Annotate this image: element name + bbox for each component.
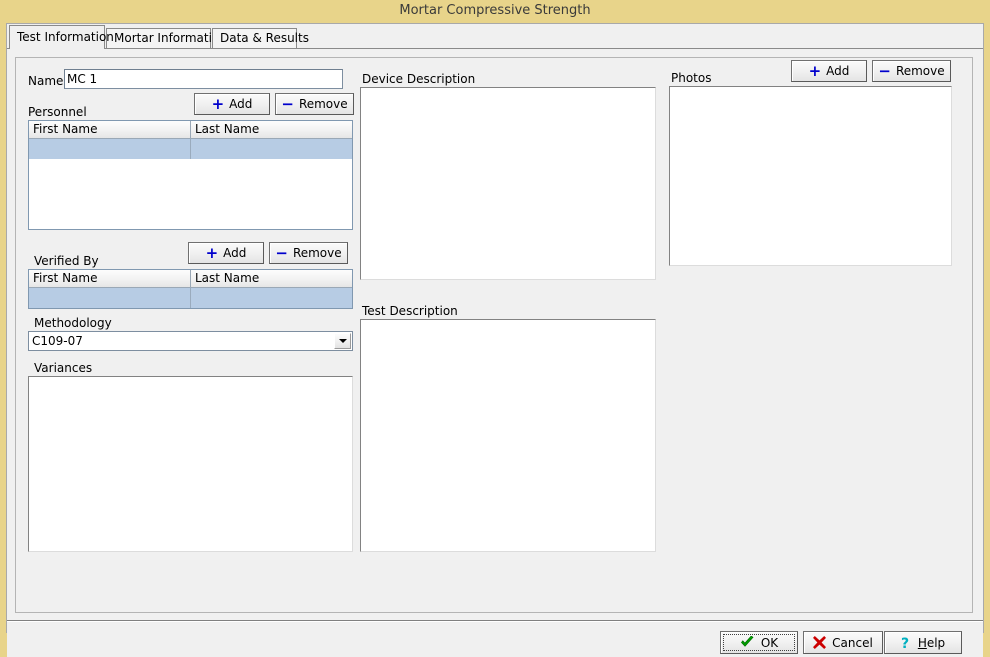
cancel-button[interactable]: Cancel xyxy=(803,631,883,654)
verified-by-cell-first-name[interactable] xyxy=(29,288,190,308)
window-title: Mortar Compressive Strength xyxy=(0,0,990,22)
verified-by-col-last-name: Last Name xyxy=(190,270,352,287)
tab-mortar-information-label: Mortar Information xyxy=(114,31,227,45)
name-label: Name: xyxy=(28,74,67,88)
personnel-remove-label: Remove xyxy=(299,97,348,111)
tab-mortar-information[interactable]: Mortar Information xyxy=(106,28,211,48)
photos-add-button[interactable]: + Add xyxy=(791,60,867,82)
svg-text:?: ? xyxy=(901,636,909,650)
tab-test-information[interactable]: Test Information xyxy=(9,25,105,49)
focus-ring xyxy=(723,634,795,651)
verified-by-add-label: Add xyxy=(223,246,246,260)
verified-by-cell-last-name[interactable] xyxy=(190,288,352,308)
ok-button-label: OK xyxy=(761,636,778,650)
red-x-icon xyxy=(813,636,826,649)
photos-remove-label: Remove xyxy=(896,64,945,78)
test-description-textarea[interactable] xyxy=(360,319,656,552)
tab-test-information-label: Test Information xyxy=(17,30,114,44)
cancel-button-label: Cancel xyxy=(832,636,873,650)
personnel-cell-last-name[interactable] xyxy=(190,139,352,159)
dialog-client-area: Test Information Mortar Information Data… xyxy=(6,23,984,633)
verified-by-table-header: First Name Last Name xyxy=(29,270,352,288)
device-description-textarea[interactable] xyxy=(360,87,656,280)
minus-icon: − xyxy=(275,247,288,259)
plus-icon: + xyxy=(809,65,822,77)
verified-by-label: Verified By xyxy=(34,254,99,268)
help-button-label: Help xyxy=(918,636,945,650)
photos-label: Photos xyxy=(671,71,711,85)
variances-textarea[interactable] xyxy=(28,376,353,552)
verified-by-table-row[interactable] xyxy=(29,288,352,308)
content-group-box: Name: MC 1 Personnel + Add − Remove Firs… xyxy=(15,57,973,613)
verified-by-table[interactable]: First Name Last Name xyxy=(28,269,353,309)
personnel-label: Personnel xyxy=(28,105,87,119)
personnel-table-row[interactable] xyxy=(29,139,352,159)
ok-button[interactable]: OK xyxy=(720,631,798,654)
question-mark-icon: ? xyxy=(901,636,912,650)
dialog-window: Mortar Compressive Strength Test Informa… xyxy=(0,0,990,639)
personnel-remove-button[interactable]: − Remove xyxy=(275,93,354,115)
plus-icon: + xyxy=(206,247,219,259)
personnel-col-last-name: Last Name xyxy=(190,121,352,138)
minus-icon: − xyxy=(281,98,294,110)
green-check-icon xyxy=(740,636,755,649)
device-description-label: Device Description xyxy=(362,72,475,86)
tab-page-test-information: Name: MC 1 Personnel + Add − Remove Firs… xyxy=(7,49,983,632)
tab-data-and-results[interactable]: Data & Results xyxy=(212,28,297,48)
photos-add-label: Add xyxy=(826,64,849,78)
photos-remove-button[interactable]: − Remove xyxy=(872,60,951,82)
verified-by-remove-button[interactable]: − Remove xyxy=(269,242,348,264)
plus-icon: + xyxy=(212,98,225,110)
personnel-col-first-name: First Name xyxy=(29,121,190,138)
methodology-label: Methodology xyxy=(34,316,112,330)
personnel-add-button[interactable]: + Add xyxy=(194,93,270,115)
personnel-table-header: First Name Last Name xyxy=(29,121,352,139)
help-accel-letter: H xyxy=(918,636,927,650)
name-input[interactable]: MC 1 xyxy=(64,69,343,89)
methodology-select[interactable]: C109-07 xyxy=(28,331,353,351)
personnel-table[interactable]: First Name Last Name xyxy=(28,120,353,230)
help-label-rest: elp xyxy=(927,636,945,650)
dialog-button-bar: OK Cancel ? xyxy=(7,622,983,657)
chevron-down-icon[interactable] xyxy=(334,333,351,349)
active-tab-baseline-gap xyxy=(10,48,104,49)
personnel-cell-first-name[interactable] xyxy=(29,139,190,159)
verified-by-remove-label: Remove xyxy=(293,246,342,260)
verified-by-col-first-name: First Name xyxy=(29,270,190,287)
minus-icon: − xyxy=(878,65,891,77)
methodology-selected-value: C109-07 xyxy=(32,334,83,348)
variances-label: Variances xyxy=(34,361,92,375)
personnel-add-label: Add xyxy=(229,97,252,111)
tab-bar: Test Information Mortar Information Data… xyxy=(7,24,983,49)
verified-by-add-button[interactable]: + Add xyxy=(188,242,264,264)
photos-list[interactable] xyxy=(669,86,952,266)
help-button[interactable]: ? Help xyxy=(884,631,962,654)
test-description-label: Test Description xyxy=(362,304,458,318)
tab-data-results-label: Data & Results xyxy=(220,31,309,45)
